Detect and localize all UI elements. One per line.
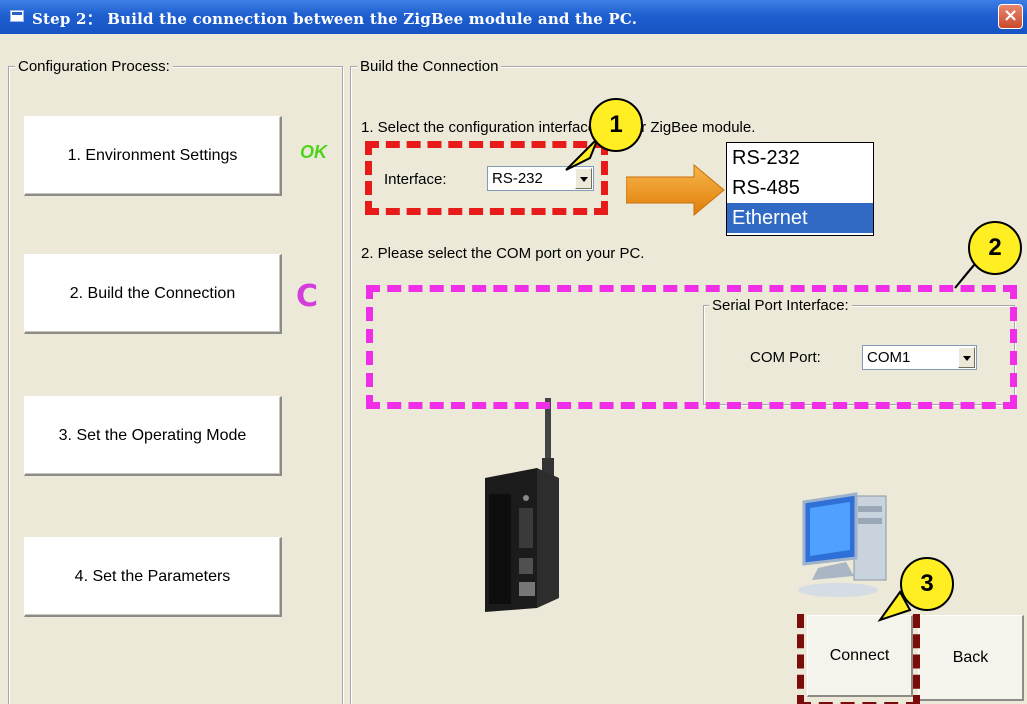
callout-1: 1 [589, 98, 643, 152]
callout-pointers [565, 137, 981, 622]
dialog-window: Step 2： Build the connection between the… [0, 0, 1027, 704]
callout-2: 2 [968, 221, 1022, 275]
callout-3: 3 [900, 557, 954, 611]
